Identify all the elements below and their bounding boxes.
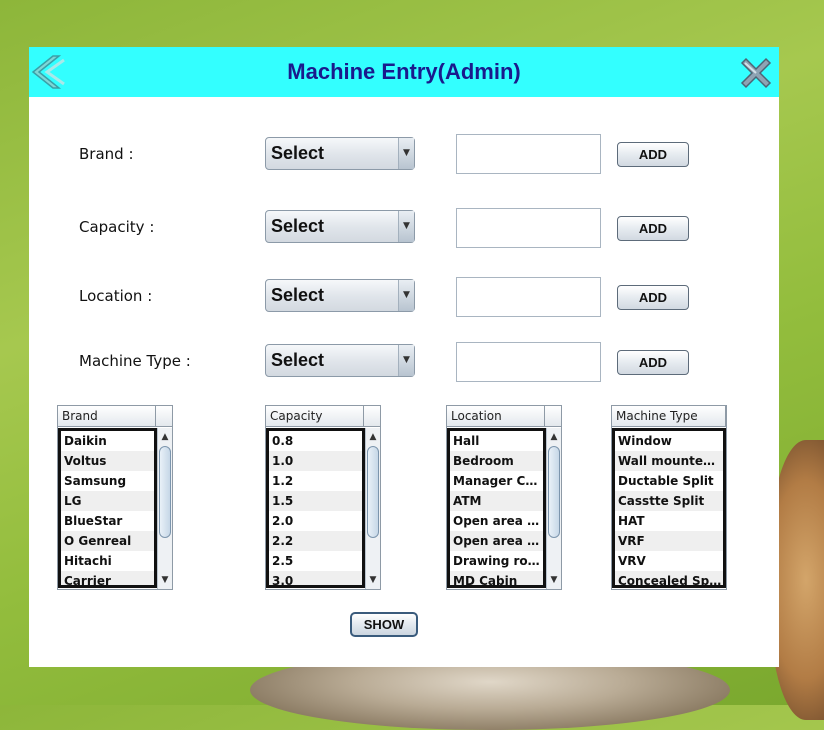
title-bar: Machine Entry(Admin) bbox=[29, 47, 779, 97]
scroll-up-arrow-icon[interactable]: ▲ bbox=[547, 430, 561, 444]
add-capacity-button[interactable]: ADD bbox=[617, 216, 689, 241]
list-item[interactable]: Window bbox=[615, 431, 723, 451]
machine-type-list-header[interactable]: Machine Type bbox=[612, 406, 726, 427]
machine-type-select[interactable]: Select ▼ bbox=[265, 344, 415, 377]
machine-entry-window: Machine Entry(Admin) Brand : Select ▼ AD… bbox=[29, 47, 779, 667]
brand-select-value: Select bbox=[271, 143, 325, 163]
brand-list-panel: Brand Daikin Voltus Samsung LG BlueStar … bbox=[57, 405, 173, 590]
machine-type-list-panel: Machine Type Window Wall mounted ... Duc… bbox=[611, 405, 727, 590]
list-item[interactable]: 1.0 bbox=[269, 451, 362, 471]
location-list-header[interactable]: Location bbox=[447, 406, 545, 427]
list-item[interactable]: Samsung bbox=[61, 471, 154, 491]
list-item[interactable]: Daikin bbox=[61, 431, 154, 451]
location-select-value: Select bbox=[271, 285, 325, 305]
machine-type-label: Machine Type : bbox=[79, 352, 191, 370]
brand-list[interactable]: Daikin Voltus Samsung LG BlueStar O Genr… bbox=[58, 428, 157, 588]
location-label: Location : bbox=[79, 287, 153, 305]
location-select[interactable]: Select ▼ bbox=[265, 279, 415, 312]
list-item[interactable]: Concealed Split bbox=[615, 571, 723, 585]
back-button[interactable] bbox=[31, 53, 67, 91]
scroll-down-arrow-icon[interactable]: ▼ bbox=[158, 573, 172, 587]
brand-list-scrollbar[interactable]: ▲ ▼ bbox=[157, 428, 172, 589]
list-item[interactable]: Open area Left bbox=[450, 511, 543, 531]
window-title: Machine Entry(Admin) bbox=[287, 59, 521, 84]
scroll-down-arrow-icon[interactable]: ▼ bbox=[547, 573, 561, 587]
chevron-down-icon: ▼ bbox=[398, 211, 414, 242]
machine-type-list[interactable]: Window Wall mounted ... Ductable Split C… bbox=[612, 428, 726, 588]
list-item[interactable]: LG bbox=[61, 491, 154, 511]
capacity-select[interactable]: Select ▼ bbox=[265, 210, 415, 243]
show-button[interactable]: SHOW bbox=[350, 612, 418, 637]
list-item[interactable]: HAT bbox=[615, 511, 723, 531]
scroll-up-arrow-icon[interactable]: ▲ bbox=[158, 430, 172, 444]
scroll-down-arrow-icon[interactable]: ▼ bbox=[366, 573, 380, 587]
list-item[interactable]: 2.2 bbox=[269, 531, 362, 551]
list-item[interactable]: 2.0 bbox=[269, 511, 362, 531]
list-header-corner bbox=[364, 406, 380, 427]
list-item[interactable]: ATM bbox=[450, 491, 543, 511]
list-item[interactable]: Voltus bbox=[61, 451, 154, 471]
brand-input[interactable] bbox=[456, 134, 601, 174]
list-header-corner bbox=[156, 406, 172, 427]
scroll-up-arrow-icon[interactable]: ▲ bbox=[366, 430, 380, 444]
list-item[interactable]: Open area Ri... bbox=[450, 531, 543, 551]
scrollbar-thumb[interactable] bbox=[159, 446, 171, 538]
capacity-list[interactable]: 0.8 1.0 1.2 1.5 2.0 2.2 2.5 3.0 bbox=[266, 428, 365, 588]
list-item[interactable]: 1.2 bbox=[269, 471, 362, 491]
capacity-list-header[interactable]: Capacity bbox=[266, 406, 364, 427]
machine-type-select-value: Select bbox=[271, 350, 325, 370]
chevron-down-icon: ▼ bbox=[398, 280, 414, 311]
list-item[interactable]: 3.0 bbox=[269, 571, 362, 585]
list-item[interactable]: Hall bbox=[450, 431, 543, 451]
list-item[interactable]: Hitachi bbox=[61, 551, 154, 571]
list-item[interactable]: O Genreal bbox=[61, 531, 154, 551]
list-header-corner bbox=[545, 406, 561, 427]
list-item[interactable]: Manager Ca... bbox=[450, 471, 543, 491]
capacity-label: Capacity : bbox=[79, 218, 155, 236]
scrollbar-thumb[interactable] bbox=[367, 446, 379, 538]
list-item[interactable]: MD Cabin bbox=[450, 571, 543, 585]
close-x-icon bbox=[740, 57, 772, 89]
location-input[interactable] bbox=[456, 277, 601, 317]
scrollbar-thumb[interactable] bbox=[548, 446, 560, 538]
add-machine-type-button[interactable]: ADD bbox=[617, 350, 689, 375]
list-item[interactable]: VRF bbox=[615, 531, 723, 551]
list-item[interactable]: VRV bbox=[615, 551, 723, 571]
list-item[interactable]: Drawing room bbox=[450, 551, 543, 571]
chevron-down-icon: ▼ bbox=[398, 138, 414, 169]
location-list[interactable]: Hall Bedroom Manager Ca... ATM Open area… bbox=[447, 428, 546, 588]
capacity-list-panel: Capacity 0.8 1.0 1.2 1.5 2.0 2.2 2.5 3.0… bbox=[265, 405, 381, 590]
close-button[interactable] bbox=[736, 53, 776, 93]
capacity-select-value: Select bbox=[271, 216, 325, 236]
location-list-panel: Location Hall Bedroom Manager Ca... ATM … bbox=[446, 405, 562, 590]
list-item[interactable]: 2.5 bbox=[269, 551, 362, 571]
list-item[interactable]: 1.5 bbox=[269, 491, 362, 511]
brand-list-header[interactable]: Brand bbox=[58, 406, 156, 427]
chevron-down-icon: ▼ bbox=[398, 345, 414, 376]
chevron-left-icon bbox=[31, 55, 65, 89]
brand-label: Brand : bbox=[79, 145, 134, 163]
machine-type-input[interactable] bbox=[456, 342, 601, 382]
list-item[interactable]: 0.8 bbox=[269, 431, 362, 451]
list-item[interactable]: BlueStar bbox=[61, 511, 154, 531]
add-location-button[interactable]: ADD bbox=[617, 285, 689, 310]
list-item[interactable]: Wall mounted ... bbox=[615, 451, 723, 471]
location-list-scrollbar[interactable]: ▲ ▼ bbox=[546, 428, 561, 589]
list-item[interactable]: Bedroom bbox=[450, 451, 543, 471]
capacity-input[interactable] bbox=[456, 208, 601, 248]
add-brand-button[interactable]: ADD bbox=[617, 142, 689, 167]
capacity-list-scrollbar[interactable]: ▲ ▼ bbox=[365, 428, 380, 589]
list-item[interactable]: Carrier bbox=[61, 571, 154, 585]
brand-select[interactable]: Select ▼ bbox=[265, 137, 415, 170]
list-item[interactable]: Ductable Split bbox=[615, 471, 723, 491]
list-item[interactable]: Casstte Split bbox=[615, 491, 723, 511]
